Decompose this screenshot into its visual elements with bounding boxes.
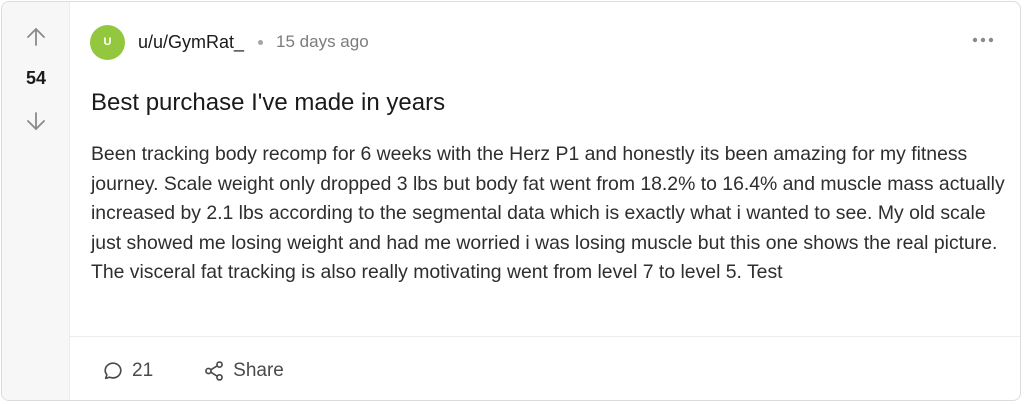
avatar-initial: U	[103, 36, 112, 48]
post-title[interactable]: Best purchase I've made in years	[91, 88, 445, 118]
share-button[interactable]: Share	[203, 360, 284, 382]
share-nodes-icon	[205, 361, 224, 381]
post-timestamp: 15 days ago	[276, 32, 369, 51]
username-link[interactable]: u/u/GymRat_	[138, 32, 244, 53]
comment-bubble-icon	[104, 362, 122, 380]
post-header: U u/u/GymRat_ 15 days ago	[90, 24, 369, 60]
comments-button[interactable]: 21	[102, 360, 153, 382]
vote-rail: 54	[2, 2, 70, 400]
more-horizontal-icon	[972, 37, 994, 43]
separator-dot	[258, 39, 264, 45]
upvote-button[interactable]	[22, 23, 50, 51]
share-label: Share	[233, 360, 284, 381]
post-card: 54 U u/u/GymRat_ 15 days ago Best purcha…	[1, 1, 1021, 401]
downvote-button[interactable]	[22, 107, 50, 135]
vote-score: 54	[25, 68, 47, 88]
post-actions: 21 Share	[102, 354, 284, 388]
comments-count: 21	[132, 360, 154, 381]
more-options-button[interactable]	[972, 32, 994, 48]
arrow-down-icon	[27, 112, 45, 130]
post-body: Been tracking body recomp for 6 weeks wi…	[91, 143, 1005, 283]
arrow-up-icon	[27, 28, 45, 46]
footer-divider	[70, 336, 1020, 337]
avatar[interactable]: U	[90, 24, 125, 60]
